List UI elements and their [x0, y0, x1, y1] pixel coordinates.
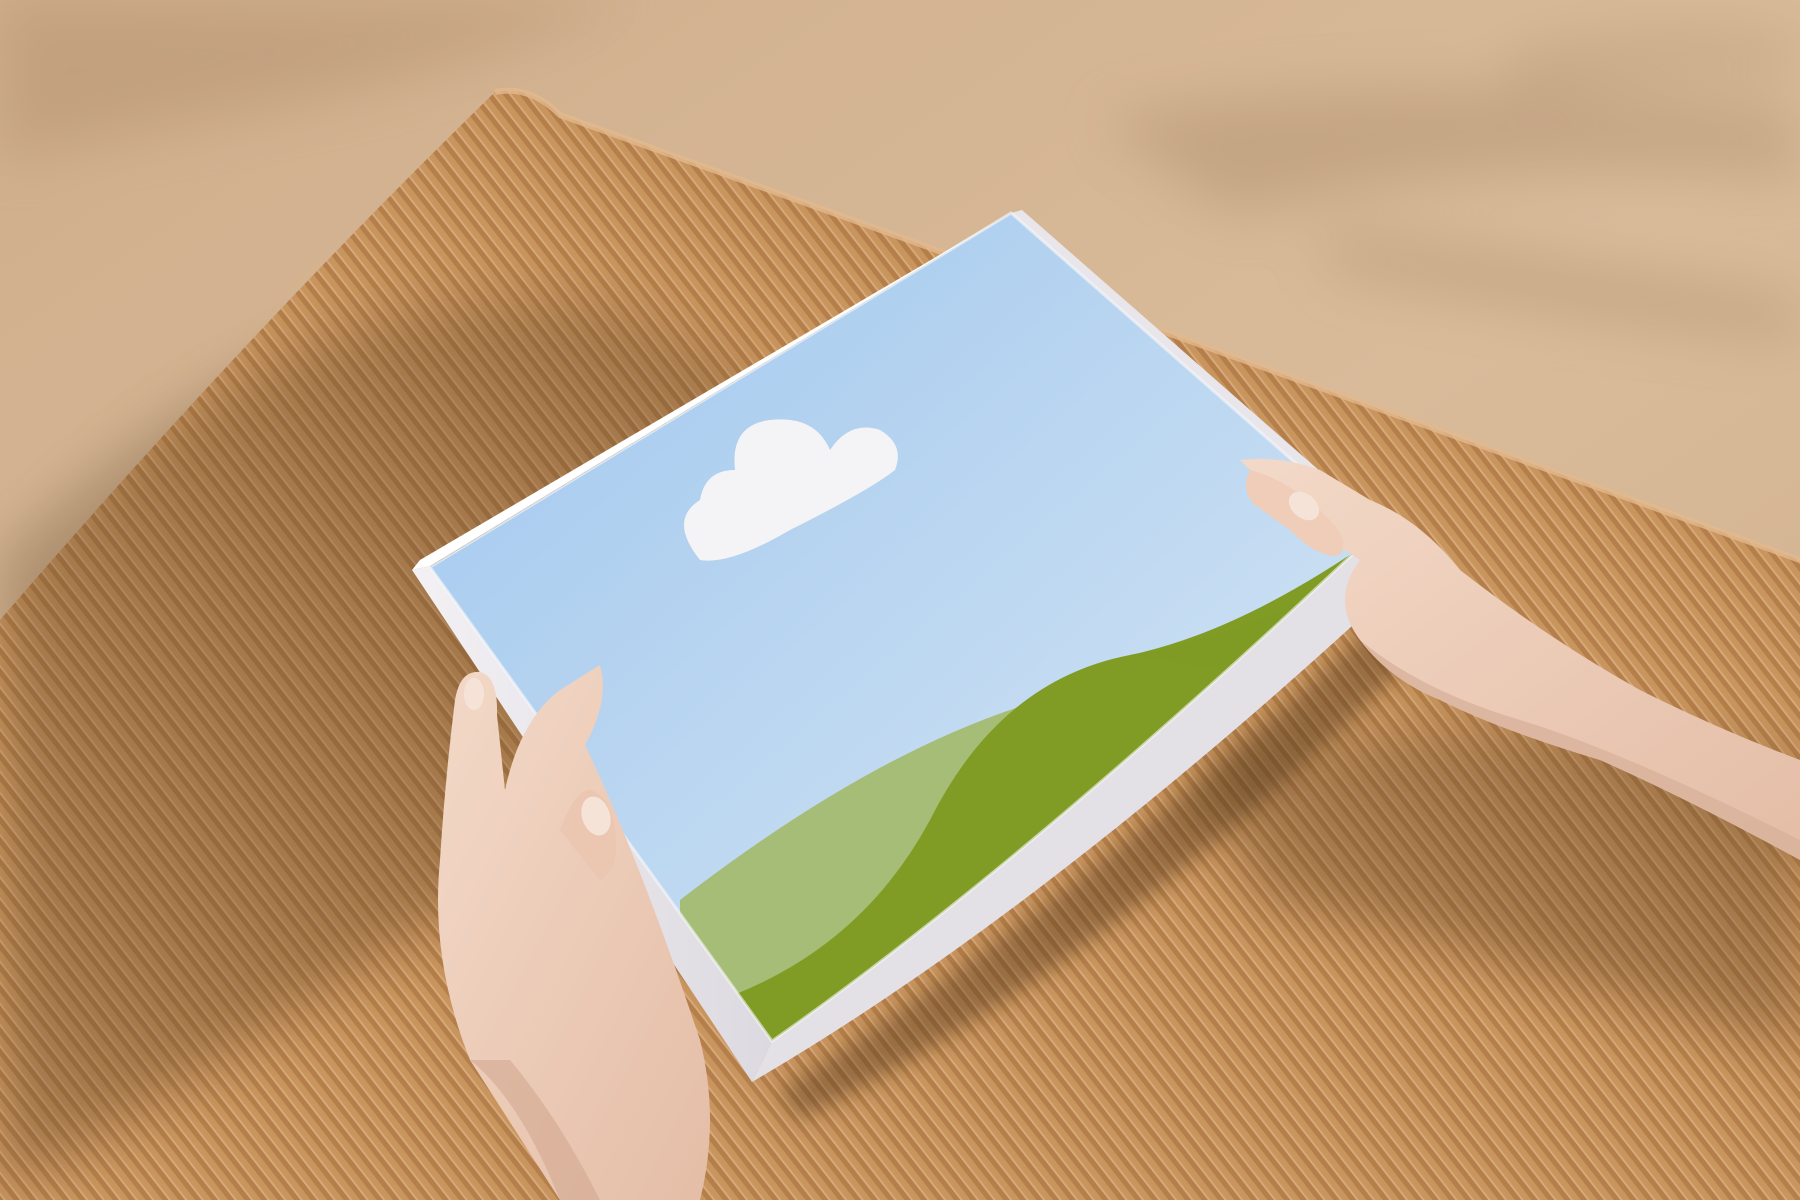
left-fingernail: [464, 678, 484, 710]
photo-scene: [0, 0, 1800, 1200]
